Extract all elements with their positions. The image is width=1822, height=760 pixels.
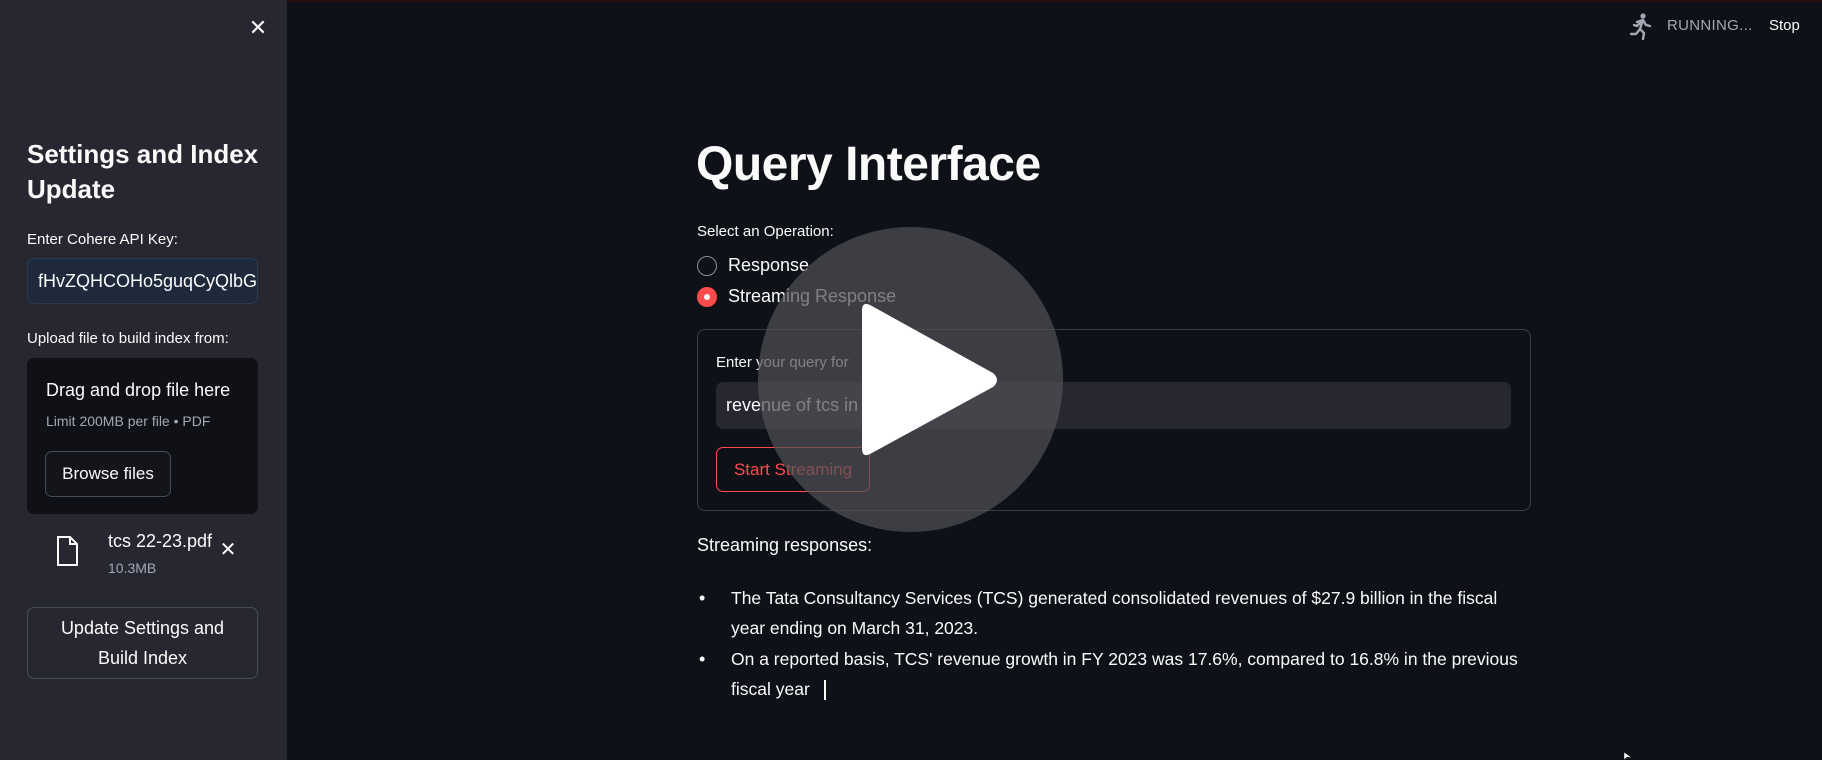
- responses-list: The Tata Consultancy Services (TCS) gene…: [697, 583, 1527, 705]
- browse-files-button[interactable]: Browse files: [45, 451, 171, 497]
- api-key-value: fHvZQHCOHo5guqCyQlbGc: [38, 270, 258, 291]
- api-key-input[interactable]: fHvZQHCOHo5guqCyQlbGc: [27, 258, 258, 304]
- running-status: RUNNING...: [1667, 17, 1753, 34]
- stop-button[interactable]: Stop: [1769, 17, 1800, 34]
- list-item: On a reported basis, TCS' revenue growth…: [697, 644, 1527, 704]
- remove-file-icon[interactable]: ✕: [216, 538, 240, 562]
- radio-button-checked[interactable]: [697, 286, 717, 307]
- update-settings-button[interactable]: Update Settings and Build Index: [27, 607, 258, 679]
- close-icon[interactable]: ✕: [246, 16, 270, 40]
- sidebar-title: Settings and Index Update: [27, 139, 259, 204]
- uploaded-file-size: 10.3MB: [108, 560, 157, 576]
- file-icon: [57, 536, 78, 566]
- dropzone-title: Drag and drop file here: [46, 380, 231, 400]
- dropzone-limit: Limit 200MB per file • PDF: [46, 413, 211, 429]
- text-cursor: [823, 680, 826, 701]
- list-item: The Tata Consultancy Services (TCS) gene…: [697, 583, 1527, 643]
- running-person-icon: [1629, 13, 1652, 40]
- play-button[interactable]: [758, 227, 1063, 532]
- file-dropzone[interactable]: Drag and drop file here Limit 200MB per …: [27, 358, 258, 514]
- page-title: Query Interface: [696, 138, 1041, 191]
- api-key-label: Enter Cohere API Key:: [27, 231, 178, 248]
- upload-label: Upload file to build index from:: [27, 330, 229, 347]
- response-text: On a reported basis, TCS' revenue growth…: [731, 649, 1518, 699]
- play-icon: [862, 303, 997, 456]
- uploaded-file-name: tcs 22-23.pdf: [108, 531, 213, 551]
- response-text: The Tata Consultancy Services (TCS) gene…: [731, 588, 1498, 638]
- sidebar: ✕ Settings and Index Update Enter Cohere…: [0, 0, 287, 760]
- radio-button-unchecked[interactable]: [697, 255, 717, 276]
- responses-heading: Streaming responses:: [697, 535, 873, 555]
- mouse-cursor-icon: [1624, 752, 1633, 760]
